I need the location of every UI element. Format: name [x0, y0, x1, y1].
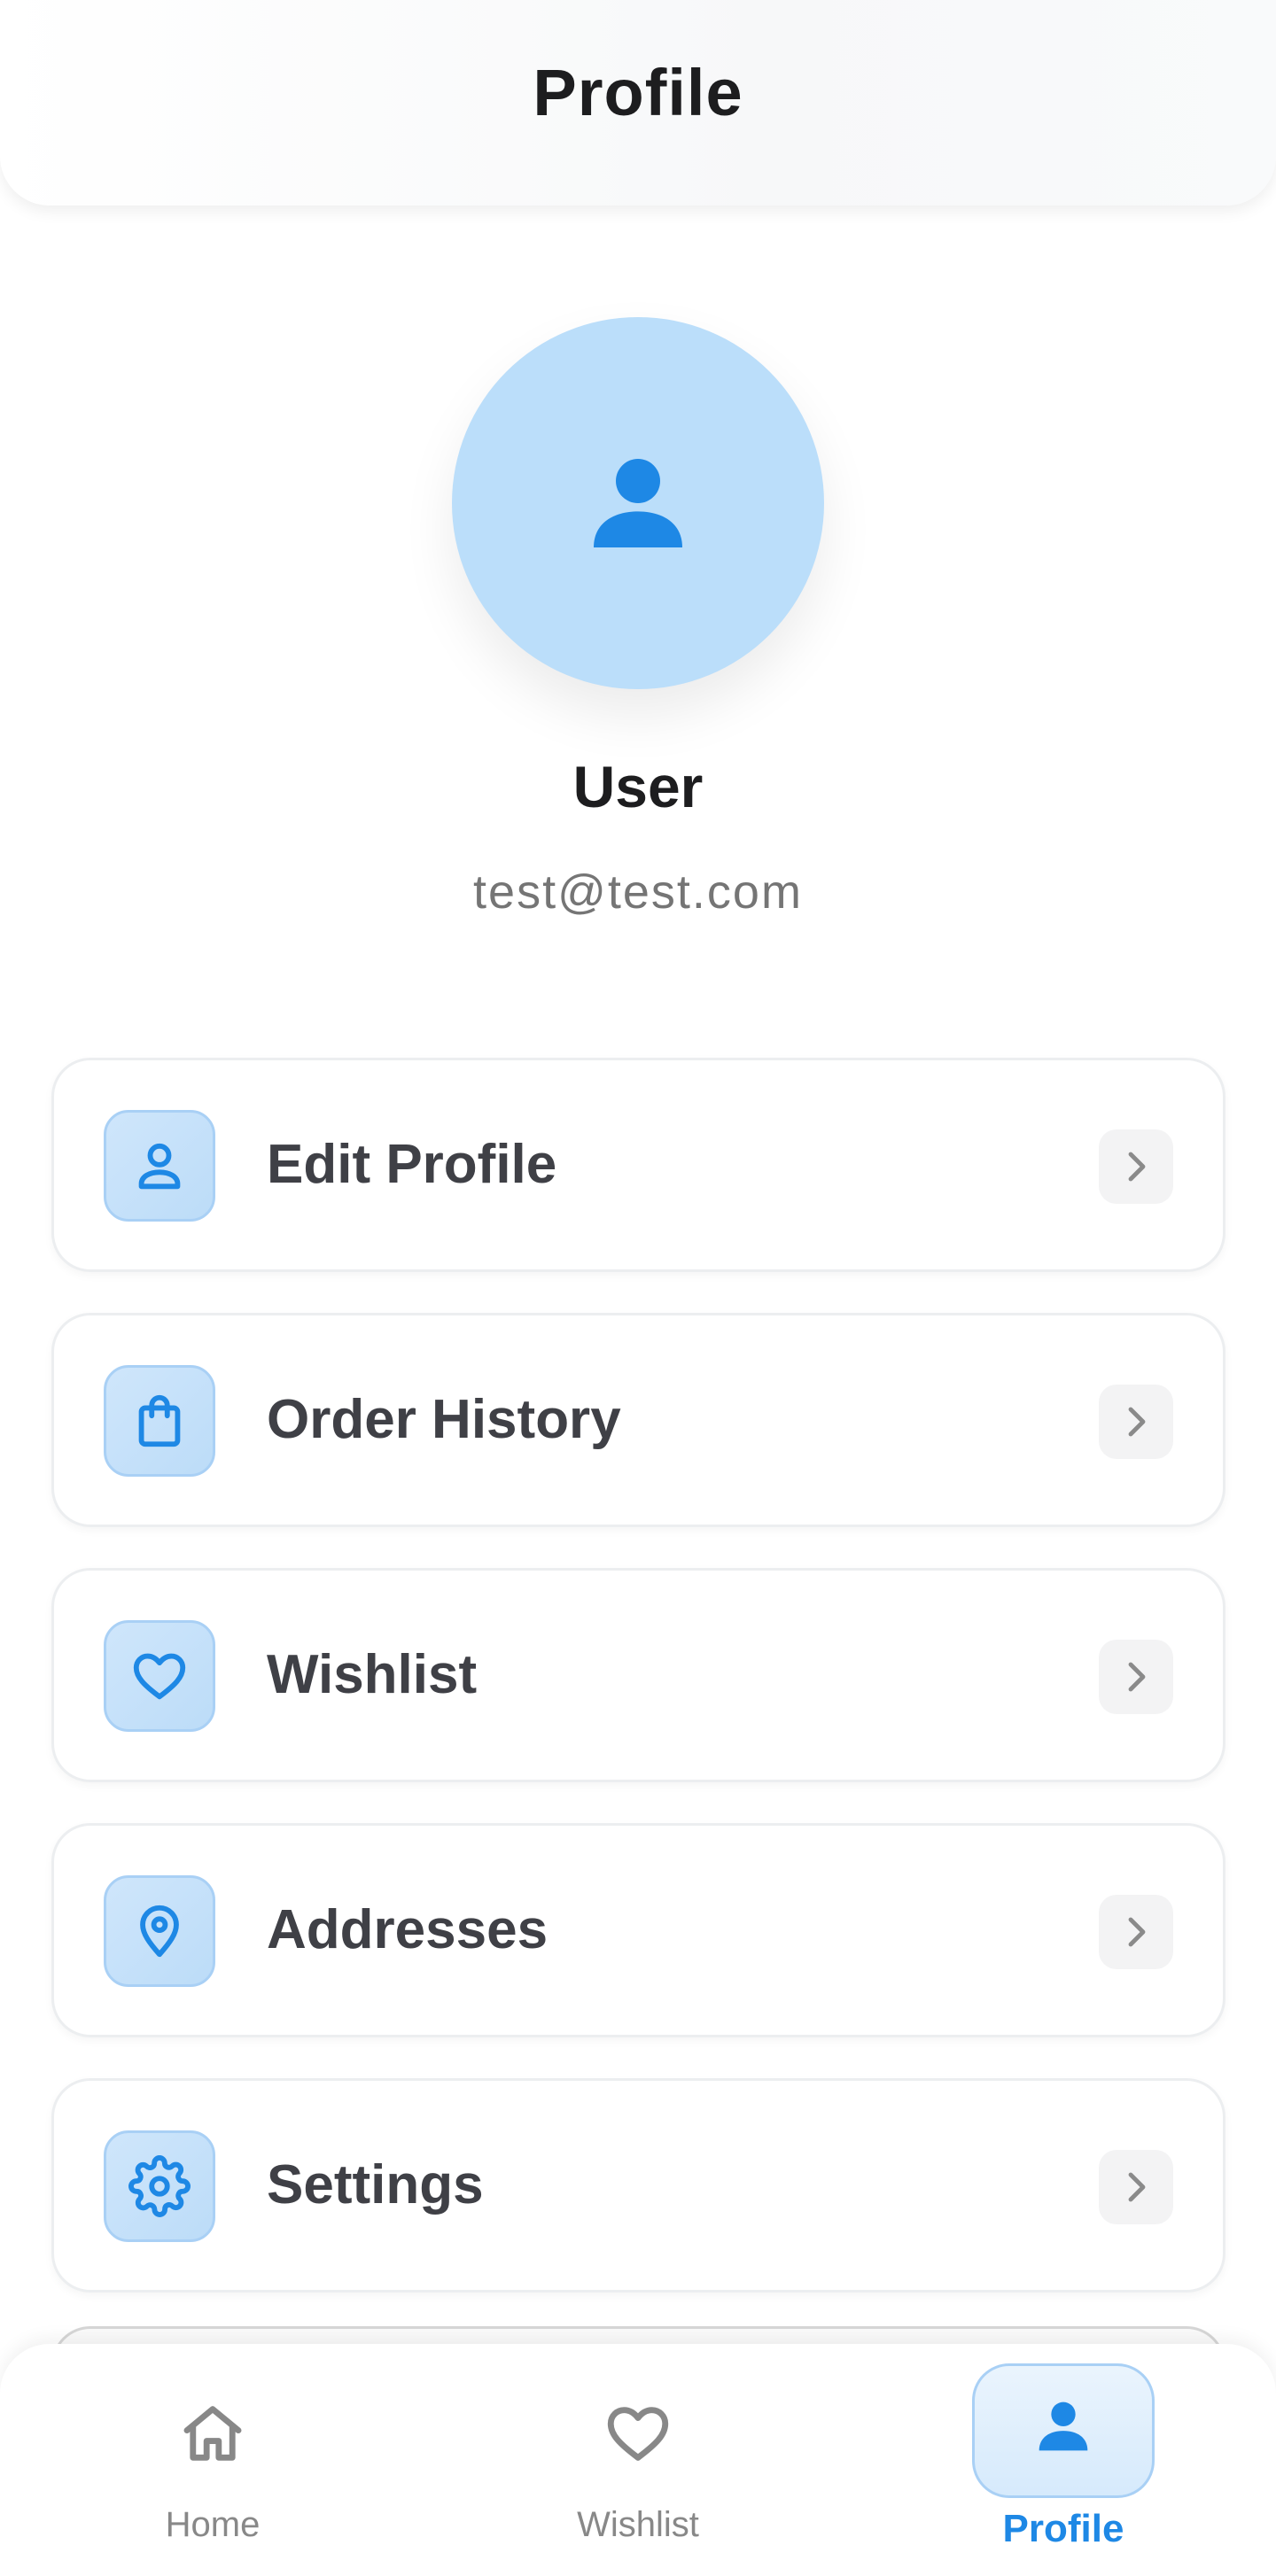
chevron-right-icon	[1128, 1917, 1146, 1947]
chevron-box	[1099, 1895, 1173, 1969]
chevron-box	[1099, 2150, 1173, 2224]
menu-item-order-history[interactable]: Order History	[51, 1313, 1225, 1527]
menu-icon-tile	[104, 1875, 215, 1987]
profile-screen: Profile User test@test.com Edit Profile	[0, 0, 1276, 2576]
menu-icon-tile	[104, 2130, 215, 2242]
person-outline-icon	[138, 1143, 181, 1190]
avatar[interactable]	[452, 317, 824, 689]
chevron-box	[1099, 1640, 1173, 1714]
nav-label: Profile	[1002, 2507, 1124, 2550]
menu-item-label: Addresses	[267, 1899, 549, 1960]
menu-item-label: Wishlist	[267, 1644, 478, 1705]
menu-item-label: Order History	[267, 1389, 621, 1450]
nav-label: Home	[165, 2505, 261, 2544]
app-header: Profile	[0, 0, 1276, 206]
chevron-box	[1099, 1129, 1173, 1204]
menu-item-settings[interactable]: Settings	[51, 2078, 1225, 2293]
chevron-right-icon	[1128, 2172, 1146, 2202]
menu-icon-tile	[104, 1365, 215, 1477]
gear-icon	[128, 2155, 191, 2217]
home-icon	[183, 2406, 242, 2461]
heart-outline-icon	[607, 2407, 669, 2461]
user-name: User	[572, 754, 704, 819]
menu-item-label: Settings	[267, 2154, 484, 2215]
shopping-bag-icon	[138, 1394, 181, 1447]
user-email: test@test.com	[473, 865, 803, 919]
menu-item-addresses[interactable]: Addresses	[51, 1823, 1225, 2037]
chevron-right-icon	[1128, 1662, 1146, 1692]
person-icon	[594, 459, 682, 547]
nav-item-wishlist[interactable]: Wishlist	[505, 2344, 771, 2576]
menu-icon-tile	[104, 1110, 215, 1222]
nav-label: Wishlist	[577, 2505, 699, 2544]
menu-item-label: Edit Profile	[267, 1134, 557, 1195]
location-pin-icon	[140, 1905, 179, 1958]
menu-item-edit-profile[interactable]: Edit Profile	[51, 1058, 1225, 1272]
chevron-right-icon	[1128, 1152, 1146, 1182]
chevron-box	[1099, 1385, 1173, 1459]
person-icon	[1039, 2401, 1088, 2451]
heart-outline-icon	[133, 1653, 186, 1700]
nav-item-profile[interactable]: Profile	[930, 2344, 1196, 2576]
menu-item-wishlist[interactable]: Wishlist	[51, 1568, 1225, 1782]
chevron-right-icon	[1128, 1407, 1146, 1437]
menu-icon-tile	[104, 1620, 215, 1732]
nav-item-home[interactable]: Home	[80, 2344, 346, 2576]
bottom-navigation: Home Wishlist Profile	[0, 2344, 1276, 2576]
page-title: Profile	[533, 55, 743, 129]
